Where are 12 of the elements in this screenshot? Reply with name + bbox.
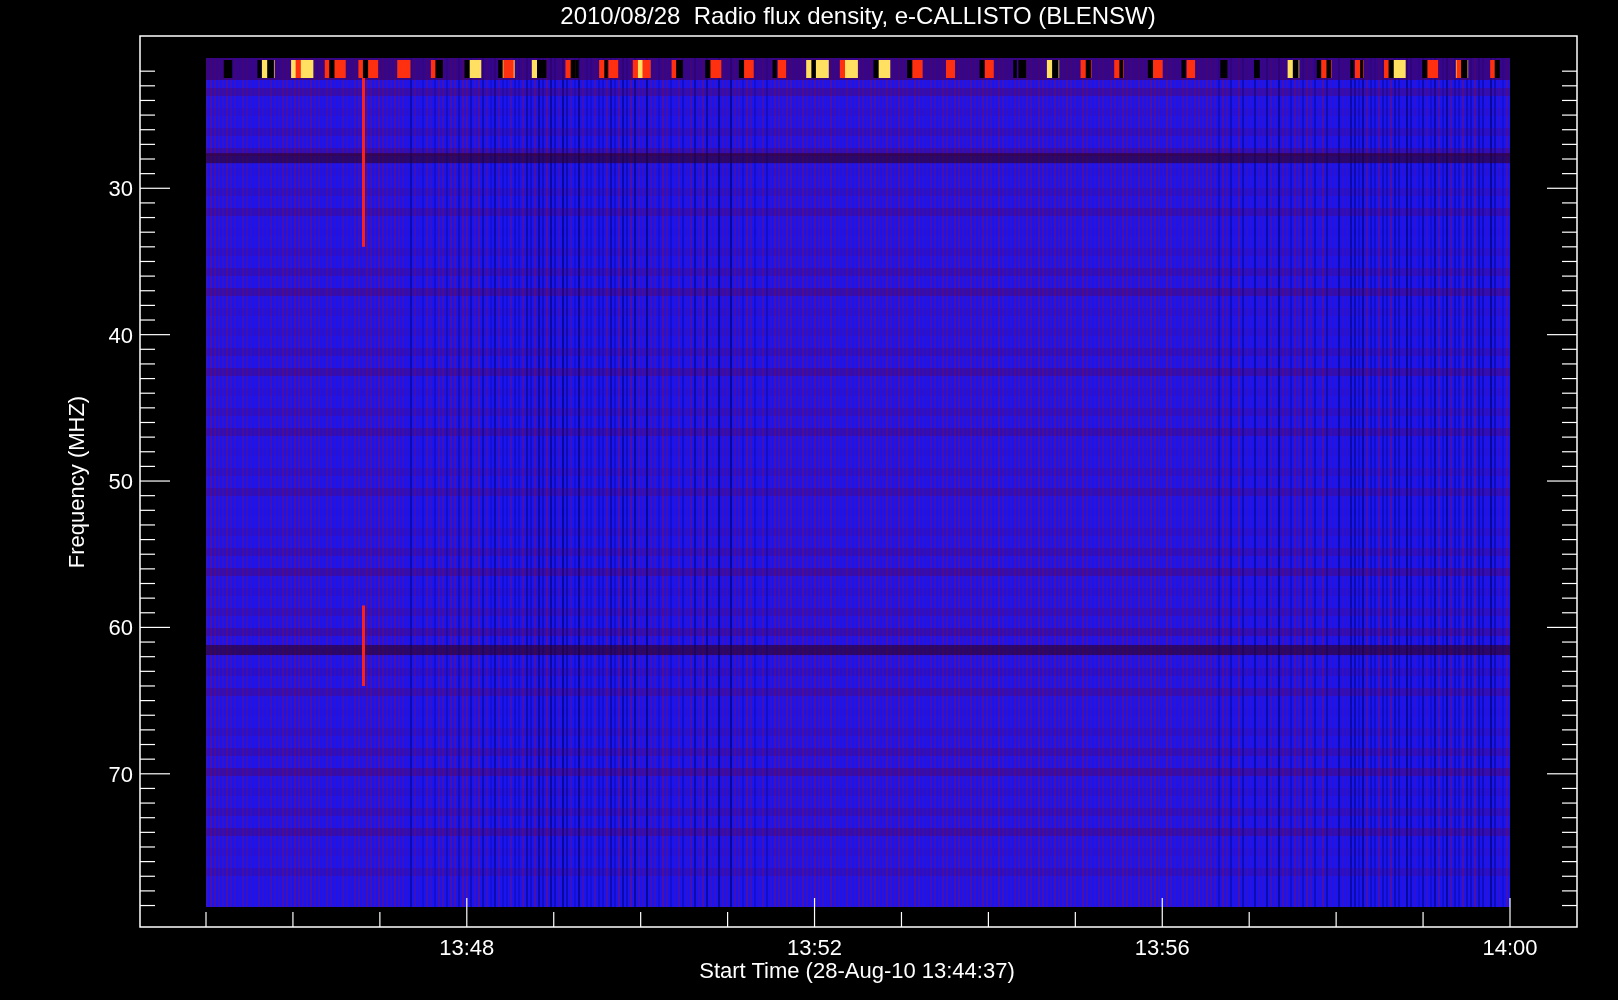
y-tick-label: 30 [108, 176, 133, 202]
x-tick-label: 13:52 [787, 935, 843, 960]
x-tick-label: 14:00 [1482, 935, 1538, 960]
x-tick-label: 13:48 [439, 935, 495, 960]
x-tick-label: 13:56 [1134, 935, 1190, 960]
y-tick-label: 50 [108, 469, 133, 495]
chart-title: 2010/08/28 Radio flux density, e-CALLISTO (BLENSW) [560, 2, 1156, 29]
y-tick-label: 60 [108, 615, 133, 641]
x-axis-label: Start Time (28-Aug-10 13:44:37) [699, 958, 1015, 983]
y-tick-label: 70 [108, 761, 133, 787]
y-axis-label: Frequency (MHZ) [64, 395, 89, 569]
y-tick-label: 40 [108, 322, 133, 348]
